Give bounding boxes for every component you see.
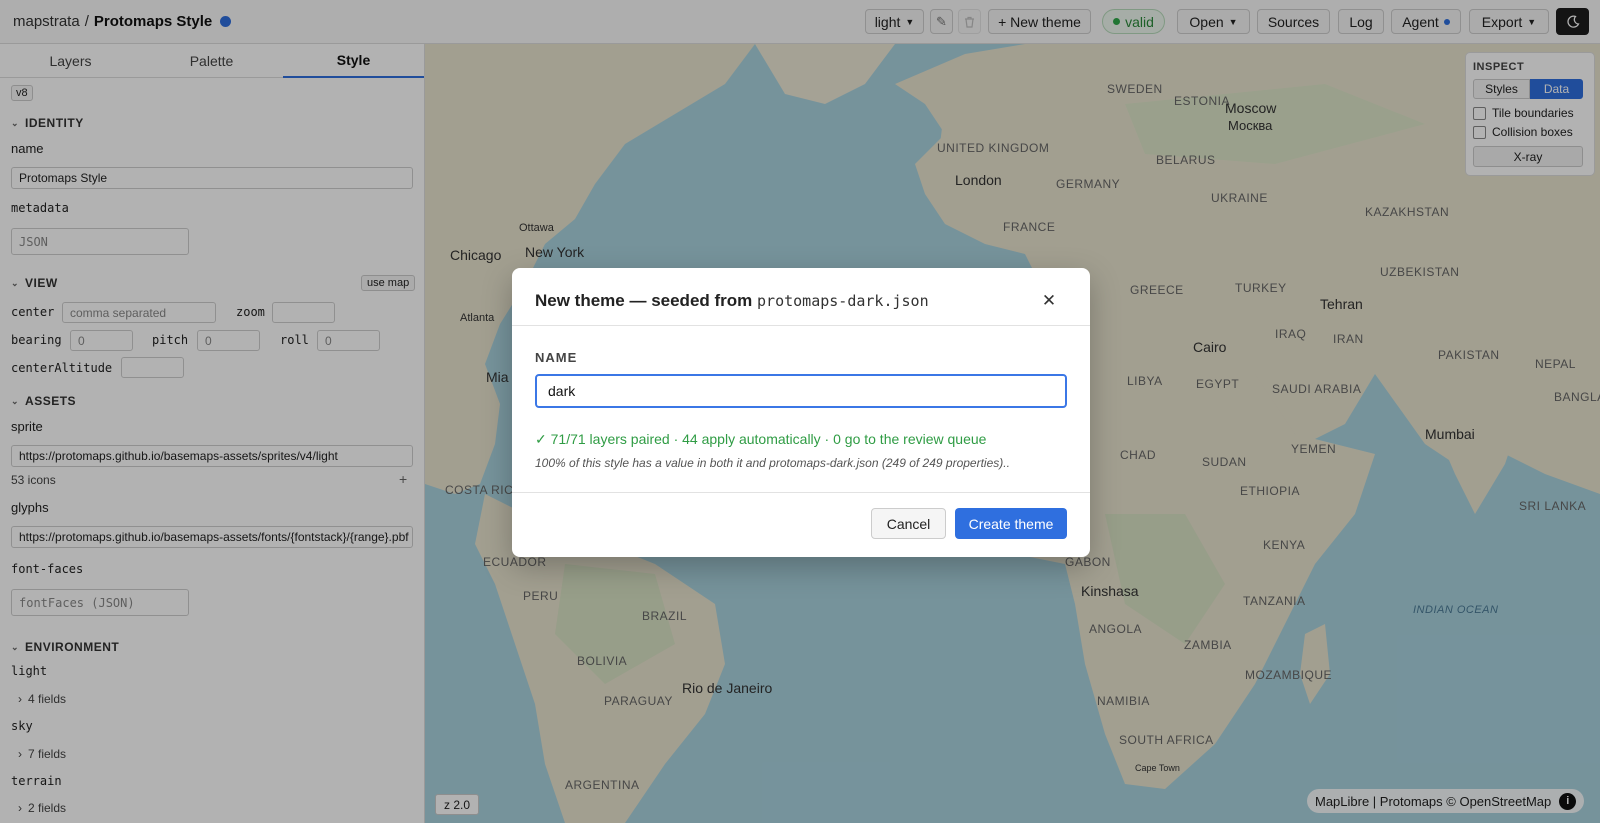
create-theme-button[interactable]: Create theme — [955, 508, 1067, 539]
cancel-button[interactable]: Cancel — [871, 508, 946, 539]
close-icon[interactable]: ✕ — [1040, 291, 1058, 310]
theme-name-label: NAME — [535, 350, 578, 365]
coverage-note: 100% of this style has a value in both i… — [535, 456, 1010, 470]
theme-name-input[interactable]: dark — [535, 374, 1067, 408]
dialog-divider — [512, 492, 1090, 493]
pairing-status: ✓ 71/71 layers paired · 44 apply automat… — [535, 431, 987, 447]
dialog-title-filename: protomaps-dark.json — [757, 292, 929, 310]
new-theme-dialog: New theme — seeded from protomaps-dark.j… — [512, 268, 1090, 557]
dialog-divider — [512, 325, 1090, 326]
dialog-title: New theme — seeded from protomaps-dark.j… — [535, 291, 929, 311]
dialog-title-text: New theme — seeded from — [535, 291, 753, 310]
